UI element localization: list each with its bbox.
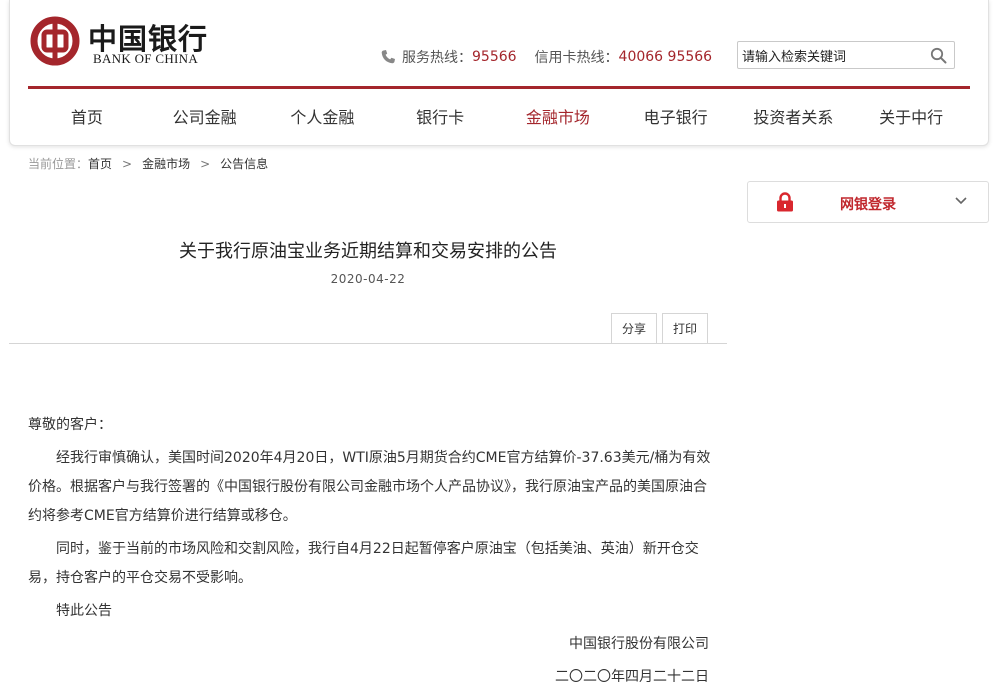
search-box bbox=[737, 41, 955, 69]
card-hotline-number: 40066 95566 bbox=[618, 49, 713, 65]
breadcrumb-prefix: 当前位置： bbox=[28, 157, 89, 171]
logo-english-name: BANK OF CHINA bbox=[93, 51, 199, 66]
hotlines: 服务热线： 95566 信用卡热线： 40066 95566 bbox=[380, 47, 712, 67]
login-label: 网银登录 bbox=[840, 197, 896, 213]
closing-line: 特此公告 bbox=[56, 603, 112, 619]
signature: 中国银行股份有限公司 bbox=[569, 636, 709, 652]
breadcrumb-separator-icon: > bbox=[122, 157, 133, 171]
online-banking-login[interactable]: 网银登录 bbox=[747, 181, 989, 223]
nav-item-home[interactable]: 首页 bbox=[28, 89, 146, 146]
main-nav: 首页 公司金融 个人金融 银行卡 金融市场 电子银行 投资者关系 关于中行 bbox=[28, 89, 970, 146]
nav-item-ebanking[interactable]: 电子银行 bbox=[617, 89, 735, 146]
service-hotline-label: 服务热线： bbox=[402, 50, 472, 66]
search-input[interactable] bbox=[738, 42, 924, 68]
nav-item-investors[interactable]: 投资者关系 bbox=[735, 89, 853, 146]
nav-item-cards[interactable]: 银行卡 bbox=[381, 89, 499, 146]
breadcrumb-separator-icon: > bbox=[200, 157, 211, 171]
nav-item-personal[interactable]: 个人金融 bbox=[264, 89, 382, 146]
share-button[interactable]: 分享 bbox=[611, 313, 657, 343]
breadcrumb-home[interactable]: 首页 bbox=[88, 157, 112, 171]
article-body: 尊敬的客户： 经我行审慎确认，美国时间2020年4月20日，WTI原油5月期货合… bbox=[28, 411, 713, 682]
print-button[interactable]: 打印 bbox=[662, 313, 708, 343]
article-date: 2020-04-22 bbox=[330, 272, 406, 286]
boc-logo-icon bbox=[30, 16, 80, 66]
nav-item-corporate[interactable]: 公司金融 bbox=[146, 89, 264, 146]
lock-icon bbox=[777, 192, 793, 212]
card-hotline-label: 信用卡热线： bbox=[534, 50, 619, 66]
salutation: 尊敬的客户： bbox=[28, 417, 112, 433]
bank-logo[interactable]: 中国银行 BANK OF CHINA bbox=[30, 16, 210, 70]
nav-item-about[interactable]: 关于中行 bbox=[852, 89, 970, 146]
service-hotline-number: 95566 bbox=[472, 49, 517, 65]
nav-item-markets[interactable]: 金融市场 bbox=[499, 89, 617, 146]
site-header: 中国银行 BANK OF CHINA 服务热线： 95566 信用卡热线： 40… bbox=[9, 0, 989, 146]
breadcrumb-markets[interactable]: 金融市场 bbox=[142, 157, 190, 171]
paragraph-1: 经我行审慎确认，美国时间2020年4月20日，WTI原油5月期货合约CME官方结… bbox=[28, 450, 711, 524]
paragraph-2: 同时，鉴于当前的市场风险和交割风险，我行自4月22日起暂停客户原油宝（包括美油、… bbox=[28, 541, 699, 586]
phone-icon bbox=[381, 50, 395, 64]
article-divider bbox=[9, 343, 727, 344]
signature-date: 二〇二〇年四月二十二日 bbox=[555, 669, 709, 682]
breadcrumb-announcements[interactable]: 公告信息 bbox=[220, 157, 268, 171]
article-title: 关于我行原油宝业务近期结算和交易安排的公告 bbox=[179, 241, 557, 262]
search-icon[interactable] bbox=[930, 47, 947, 64]
chevron-down-icon bbox=[955, 197, 967, 205]
breadcrumb: 当前位置：首页 > 金融市场 > 公告信息 bbox=[28, 155, 268, 172]
